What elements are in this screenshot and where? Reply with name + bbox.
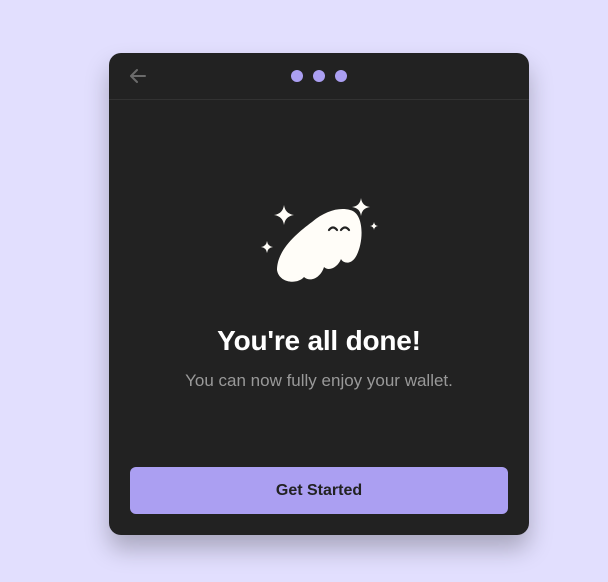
ghost-illustration (261, 198, 378, 282)
step-dot-1 (291, 70, 303, 82)
sparkle-icon (274, 205, 294, 225)
back-button[interactable] (127, 65, 149, 87)
get-started-button[interactable]: Get Started (130, 467, 508, 514)
arrow-left-icon (130, 69, 146, 83)
page-title: You're all done! (217, 325, 421, 356)
sparkle-icon (370, 222, 378, 230)
onboarding-card: You're all done! You can now fully enjoy… (109, 53, 529, 535)
step-dot-2 (313, 70, 325, 82)
ghost-body (277, 209, 362, 282)
step-indicator (291, 70, 347, 82)
step-dot-3 (335, 70, 347, 82)
sparkle-icon (261, 241, 273, 253)
page-subtitle: You can now fully enjoy your wallet. (185, 371, 453, 390)
card-header (109, 53, 529, 100)
